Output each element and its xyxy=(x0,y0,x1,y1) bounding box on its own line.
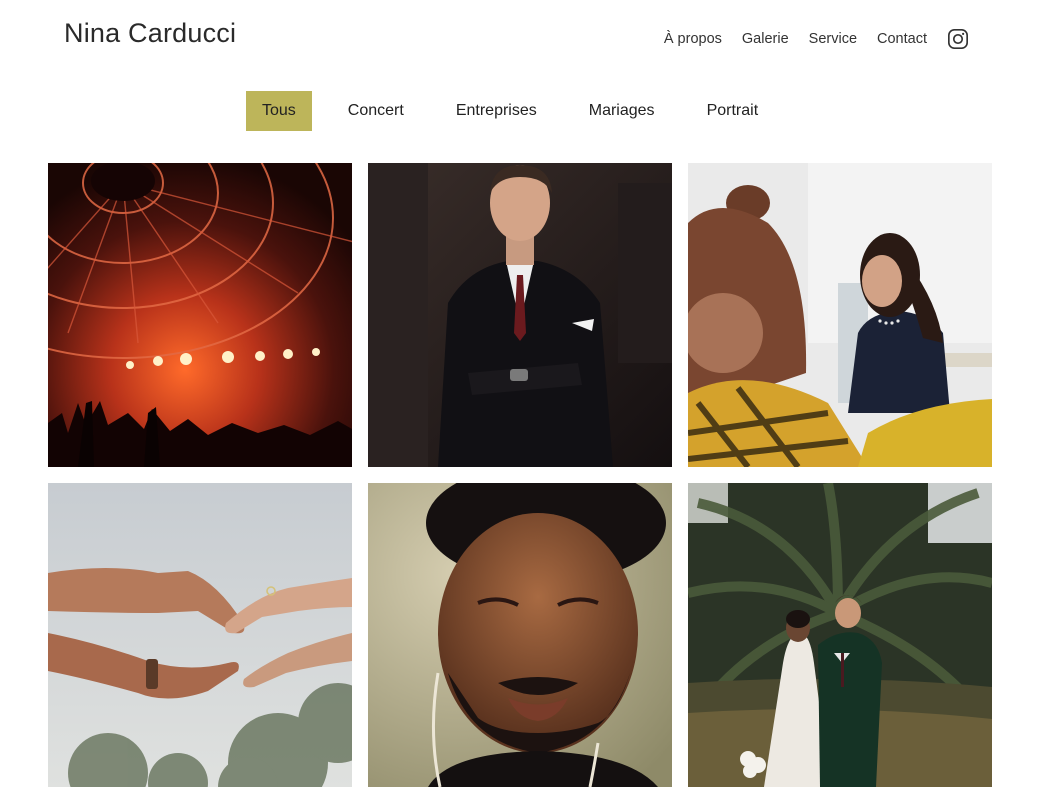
man-portrait-closeup-photo[interactable] xyxy=(368,483,672,787)
nav-link-service[interactable]: Service xyxy=(809,31,857,47)
concert-stage-lights-photo[interactable] xyxy=(48,163,352,467)
instagram-icon[interactable] xyxy=(947,28,969,50)
nav-link-galerie[interactable]: Galerie xyxy=(742,31,789,47)
filter-portrait[interactable]: Portrait xyxy=(691,91,775,131)
filter-entreprises[interactable]: Entreprises xyxy=(440,91,553,131)
gallery-filters: Tous Concert Entreprises Mariages Portra… xyxy=(246,91,794,131)
office-meeting-laughing-photo[interactable] xyxy=(688,163,992,467)
site-header: Nina Carducci À propos Galerie Service C… xyxy=(0,0,1039,80)
hands-reaching-ring-photo[interactable] xyxy=(48,483,352,787)
nav-link-a-propos[interactable]: À propos xyxy=(664,31,722,47)
site-title[interactable]: Nina Carducci xyxy=(64,18,236,49)
wedding-couple-palm-photo[interactable] xyxy=(688,483,992,787)
businessman-suit-photo[interactable] xyxy=(368,163,672,467)
filter-mariages[interactable]: Mariages xyxy=(573,91,671,131)
filter-concert[interactable]: Concert xyxy=(332,91,420,131)
filter-tous[interactable]: Tous xyxy=(246,91,312,131)
main-nav: À propos Galerie Service Contact xyxy=(664,28,969,50)
nav-link-contact[interactable]: Contact xyxy=(877,31,927,47)
